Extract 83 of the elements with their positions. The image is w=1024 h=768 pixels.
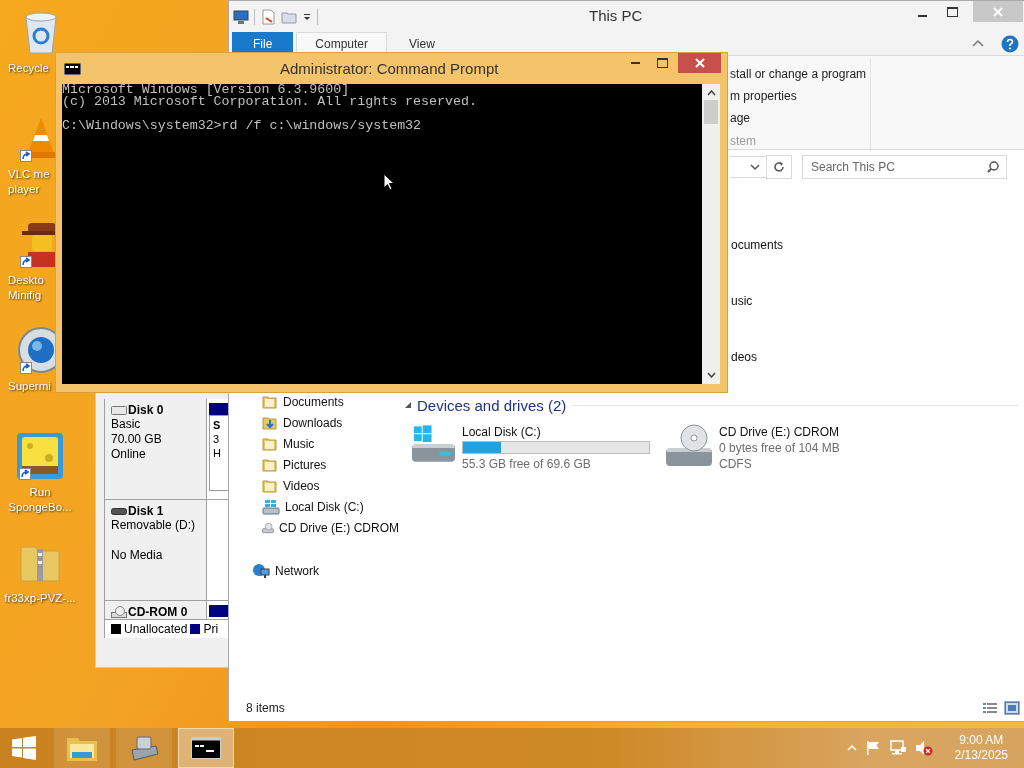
nav-item[interactable]: Documents (283, 394, 344, 409)
ribbon-command[interactable]: m properties (730, 85, 870, 107)
ribbon-command[interactable]: age (730, 107, 870, 129)
close-button[interactable] (678, 53, 721, 73)
help-icon[interactable] (1001, 34, 1019, 53)
disk-status: No Media (111, 548, 164, 563)
speaker-muted-icon[interactable] (914, 740, 933, 756)
tiles-view-icon[interactable] (1005, 702, 1019, 714)
details-view-icon[interactable] (983, 702, 997, 714)
maximize-icon (946, 6, 958, 17)
chevron-down-icon (750, 163, 760, 171)
partition-text: 3 (213, 432, 221, 446)
drive-detail: 0 bytes free of 104 MB (719, 440, 841, 456)
scroll-thumb[interactable] (704, 100, 718, 124)
console-text: (c) 2013 Microsoft Corporation. All rights reserved. (62, 96, 478, 108)
disk-status: Online (111, 447, 147, 462)
window-title: This PC (589, 7, 643, 24)
scroll-down-icon (706, 372, 716, 378)
nav-item[interactable]: Pictures (283, 457, 327, 472)
folder-icon (262, 435, 278, 452)
partition-text: H (213, 446, 222, 460)
ribbon-tab[interactable]: View (390, 32, 454, 55)
console-text: C:\Windows\system32>rd /f c:\windows/system32 (62, 120, 423, 132)
legend-label: Unallocated (124, 622, 188, 636)
search-icon (987, 161, 999, 173)
partition-text: S (213, 418, 222, 432)
nav-item[interactable]: CD Drive (E:) CDROM (279, 520, 399, 535)
scroll-up-icon (706, 90, 716, 96)
mouse-pointer-icon (383, 173, 395, 191)
cd-drive-icon (664, 424, 714, 468)
refresh-icon (773, 161, 785, 173)
search-field[interactable]: Search This PC (802, 155, 1007, 179)
document-icon[interactable] (260, 8, 276, 25)
group-header[interactable]: Devices and drives (2) (417, 396, 567, 414)
maximize-icon (657, 58, 668, 68)
download-folder-icon (262, 414, 278, 431)
minimize-icon (917, 14, 927, 17)
legend-label: Pri (203, 622, 219, 636)
close-icon (694, 58, 705, 68)
disk-name: CD-ROM 0 (128, 605, 188, 619)
drive-detail: 55.3 GB free of 69.6 GB (462, 456, 592, 472)
drive-name[interactable]: Local Disk (C:) (462, 424, 650, 440)
windows-drive-icon (262, 498, 280, 515)
folder-icon (262, 456, 278, 473)
refresh-button[interactable] (766, 155, 792, 179)
minimize-icon (631, 62, 640, 64)
folder-icon (262, 477, 278, 494)
scrollbar[interactable] (702, 84, 720, 384)
window-title: Administrator: Command Prompt (280, 60, 499, 77)
show-hidden-icons-icon[interactable] (846, 744, 857, 752)
console-icon (64, 62, 81, 75)
console-icon (191, 737, 221, 759)
network-icon[interactable] (888, 740, 907, 756)
drive-name[interactable]: CD Drive (E:) CDROM (719, 424, 904, 440)
disk-name: Disk 1 (128, 504, 164, 518)
disk-name: Disk 0 (128, 403, 164, 417)
disk-type: Basic (111, 417, 142, 432)
folder-label[interactable]: usic (731, 294, 753, 308)
close-icon (993, 6, 1003, 17)
computer-icon[interactable] (233, 8, 249, 25)
taskbar-app-button[interactable] (178, 728, 234, 768)
drive-icon (129, 734, 159, 762)
sponge-icon (16, 432, 64, 480)
ribbon-group-label: stem (730, 133, 757, 150)
nav-item[interactable]: Videos (283, 478, 320, 493)
folder-label[interactable]: ocuments (731, 238, 784, 252)
item-count: 8 items (246, 701, 285, 715)
nav-item[interactable]: Local Disk (C:) (285, 499, 364, 514)
flag-icon[interactable] (864, 740, 881, 756)
disk-type: Removable (D:) (111, 518, 197, 533)
collapse-triangle-icon (405, 402, 411, 408)
windows-drive-icon (410, 424, 457, 464)
folder-icon (262, 393, 278, 410)
console-text: Microsoft Windows [Version 6.3.9600] (62, 84, 351, 96)
network-icon (252, 562, 270, 579)
nav-item[interactable]: Downloads (283, 415, 343, 430)
folder-label[interactable]: deos (731, 350, 758, 364)
nav-item[interactable]: Music (283, 436, 315, 451)
drive-detail: CDFS (719, 456, 753, 472)
ribbon-command[interactable]: stall or change a program (730, 63, 870, 85)
disk-size: 70.00 GB (111, 432, 163, 447)
nav-item[interactable]: Network (275, 563, 319, 578)
windows-logo-icon (12, 736, 36, 760)
